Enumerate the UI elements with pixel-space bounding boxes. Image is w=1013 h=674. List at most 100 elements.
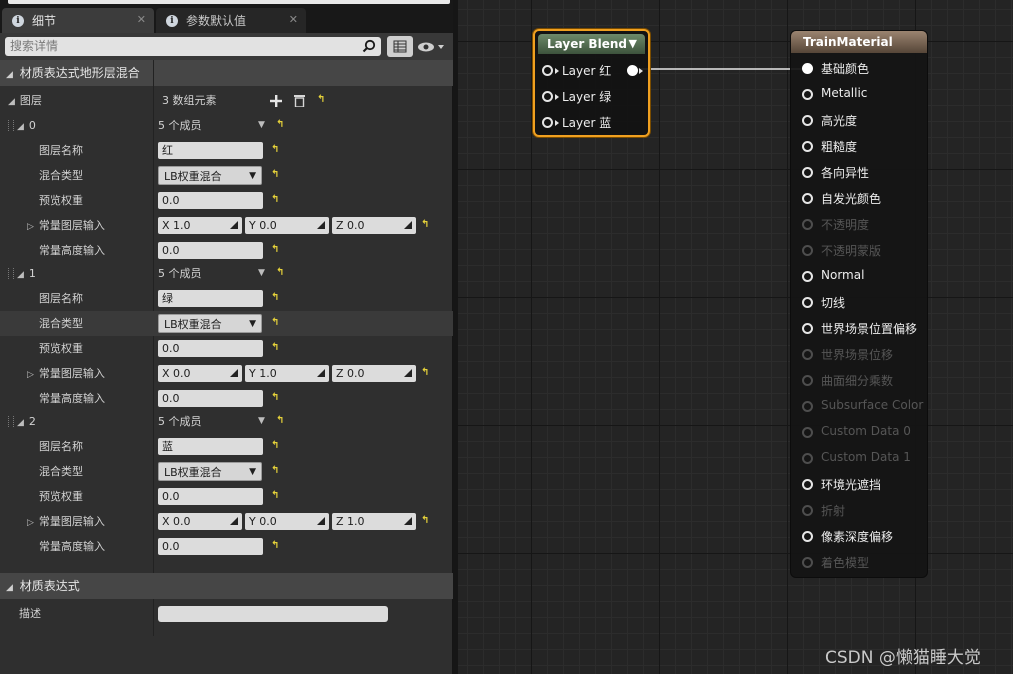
- drag-handle-icon[interactable]: [8, 416, 14, 427]
- input-pin[interactable]: [802, 193, 813, 204]
- vector-x-input[interactable]: X 0.0: [158, 513, 242, 530]
- reset-to-default-icon[interactable]: ↰: [276, 268, 284, 278]
- vector-y-input[interactable]: Y 1.0: [245, 365, 329, 382]
- layer-name-input[interactable]: 蓝: [158, 438, 263, 455]
- reset-to-default-icon[interactable]: ↰: [271, 245, 279, 255]
- category-material-expression[interactable]: ◢ 材质表达式: [0, 573, 453, 599]
- blend-type-dropdown[interactable]: LB权重混合 ▼: [158, 166, 262, 185]
- layer-name-input[interactable]: 红: [158, 142, 263, 159]
- blend-type-dropdown[interactable]: LB权重混合 ▼: [158, 314, 262, 333]
- const-layer-input-label[interactable]: ▷ 常量图层输入: [27, 213, 105, 238]
- expand-arrow-icon[interactable]: ◢: [8, 90, 15, 115]
- input-pin[interactable]: [802, 297, 813, 308]
- input-pin[interactable]: [802, 375, 813, 386]
- node-title-bar[interactable]: TrainMaterial: [791, 31, 927, 53]
- reset-to-default-icon[interactable]: ↰: [271, 393, 279, 403]
- input-pin[interactable]: [802, 557, 813, 568]
- preview-weight-input[interactable]: 0.0: [158, 192, 263, 209]
- const-layer-input-label[interactable]: ▷ 常量图层输入: [27, 509, 105, 534]
- chevron-down-icon[interactable]: ▼: [629, 34, 637, 54]
- const-height-input[interactable]: 0.0: [158, 390, 263, 407]
- reset-to-default-icon[interactable]: ↰: [421, 368, 429, 378]
- search-icon[interactable]: [362, 39, 376, 53]
- expand-arrow-icon[interactable]: ◢: [17, 115, 24, 140]
- reset-to-default-icon[interactable]: ↰: [271, 541, 279, 551]
- input-pin[interactable]: [802, 401, 813, 412]
- reset-to-default-icon[interactable]: ↰: [271, 293, 279, 303]
- chevron-down-icon[interactable]: ▼: [258, 113, 265, 138]
- expand-arrow-icon[interactable]: ◢: [17, 411, 24, 436]
- input-pin[interactable]: [542, 65, 553, 76]
- input-pin[interactable]: [802, 323, 813, 334]
- input-pin[interactable]: [802, 219, 813, 230]
- close-icon[interactable]: ✕: [137, 13, 146, 26]
- input-pin[interactable]: [802, 141, 813, 152]
- vector-y-input[interactable]: Y 0.0: [245, 217, 329, 234]
- blend-type-dropdown[interactable]: LB权重混合 ▼: [158, 462, 262, 481]
- property-matrix-button[interactable]: [387, 36, 413, 57]
- expand-arrow-icon[interactable]: ▷: [27, 363, 34, 388]
- drag-handle-icon[interactable]: [8, 268, 14, 279]
- layer-index[interactable]: ◢ 1: [17, 261, 36, 286]
- view-options-button[interactable]: [417, 39, 447, 55]
- reset-to-default-icon[interactable]: ↰: [421, 220, 429, 230]
- reset-to-default-icon[interactable]: ↰: [271, 466, 279, 476]
- vector-z-input[interactable]: Z 1.0: [332, 513, 416, 530]
- input-pin[interactable]: [802, 453, 813, 464]
- reset-to-default-icon[interactable]: ↰: [271, 491, 279, 501]
- preview-weight-input[interactable]: 0.0: [158, 340, 263, 357]
- input-pin[interactable]: [802, 115, 813, 126]
- input-pin[interactable]: [802, 89, 813, 100]
- input-pin[interactable]: [802, 167, 813, 178]
- reset-to-default-icon[interactable]: ↰: [271, 343, 279, 353]
- expand-arrow-icon[interactable]: ▷: [27, 215, 34, 240]
- input-pin[interactable]: [802, 63, 813, 74]
- add-element-icon[interactable]: [270, 95, 282, 107]
- output-pin[interactable]: [627, 65, 638, 76]
- expand-arrow-icon[interactable]: ▷: [27, 511, 34, 536]
- vector-z-input[interactable]: Z 0.0: [332, 365, 416, 382]
- input-pin[interactable]: [802, 349, 813, 360]
- reset-to-default-icon[interactable]: ↰: [271, 145, 279, 155]
- vector-z-input[interactable]: Z 0.0: [332, 217, 416, 234]
- layer-name-input[interactable]: 绿: [158, 290, 263, 307]
- reset-to-default-icon[interactable]: ↰: [271, 170, 279, 180]
- layer-blend-node[interactable]: Layer Blend ▼ Layer 红 Layer 绿 Layer 蓝: [533, 29, 650, 137]
- delete-all-icon[interactable]: [294, 94, 305, 107]
- vector-x-input[interactable]: X 0.0: [158, 365, 242, 382]
- const-height-input[interactable]: 0.0: [158, 538, 263, 555]
- reset-to-default-icon[interactable]: ↰: [271, 441, 279, 451]
- layers-label[interactable]: ◢ 图层: [8, 88, 42, 113]
- input-pin[interactable]: [542, 117, 553, 128]
- preview-weight-input[interactable]: 0.0: [158, 488, 263, 505]
- const-height-input[interactable]: 0.0: [158, 242, 263, 259]
- reset-to-default-icon[interactable]: ↰: [317, 95, 325, 105]
- node-title-bar[interactable]: Layer Blend ▼: [538, 34, 645, 54]
- chevron-down-icon[interactable]: ▼: [258, 409, 265, 434]
- chevron-down-icon[interactable]: ▼: [258, 261, 265, 286]
- category-landscape-layer-blend[interactable]: ◢ 材质表达式地形层混合: [0, 60, 453, 86]
- expand-arrow-icon[interactable]: ◢: [17, 263, 24, 288]
- reset-to-default-icon[interactable]: ↰: [271, 318, 279, 328]
- vector-y-input[interactable]: Y 0.0: [245, 513, 329, 530]
- reset-to-default-icon[interactable]: ↰: [271, 195, 279, 205]
- reset-to-default-icon[interactable]: ↰: [421, 516, 429, 526]
- tab-details[interactable]: i 细节 ✕: [2, 8, 154, 33]
- reset-to-default-icon[interactable]: ↰: [276, 416, 284, 426]
- input-pin[interactable]: [802, 531, 813, 542]
- layer-index[interactable]: ◢ 0: [17, 113, 36, 138]
- reset-to-default-icon[interactable]: ↰: [276, 120, 284, 130]
- input-pin[interactable]: [802, 245, 813, 256]
- tab-parameter-defaults[interactable]: i 参数默认值 ✕: [156, 8, 306, 33]
- train-material-node[interactable]: TrainMaterial 基础颜色 Metallic 高光度 粗糙度 各向异性 自发光颜…: [790, 30, 928, 578]
- input-pin[interactable]: [802, 479, 813, 490]
- search-input[interactable]: 搜索详情: [5, 37, 381, 56]
- drag-handle-icon[interactable]: [8, 120, 14, 131]
- close-icon[interactable]: ✕: [289, 13, 298, 26]
- layer-index[interactable]: ◢ 2: [17, 409, 36, 434]
- input-pin[interactable]: [802, 427, 813, 438]
- description-input[interactable]: [158, 606, 388, 622]
- vector-x-input[interactable]: X 1.0: [158, 217, 242, 234]
- input-pin[interactable]: [542, 91, 553, 102]
- input-pin[interactable]: [802, 505, 813, 516]
